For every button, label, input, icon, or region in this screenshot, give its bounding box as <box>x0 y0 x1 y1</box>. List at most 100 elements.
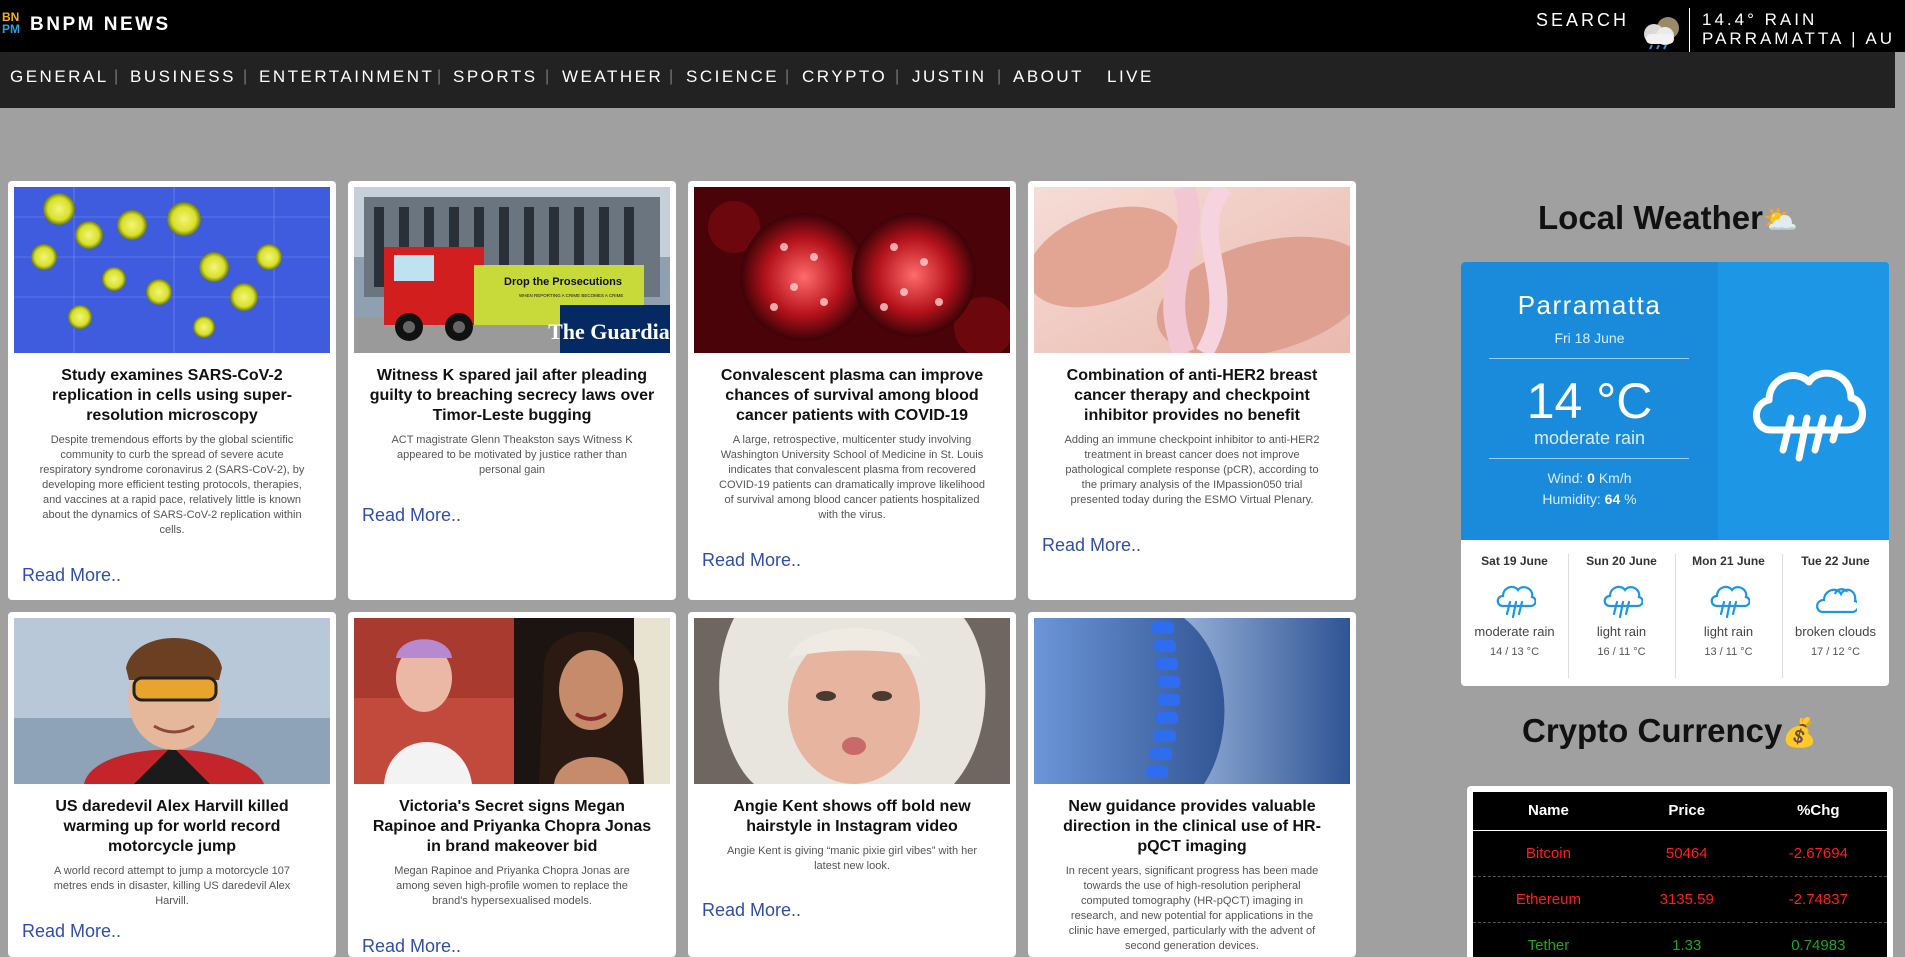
banner-text: Drop the Prosecutions <box>504 276 622 288</box>
search-button[interactable]: SEARCH <box>1536 10 1629 31</box>
article-image[interactable] <box>14 618 330 784</box>
article-description: A large, retrospective, multicenter stud… <box>719 434 985 521</box>
forecast-condition: light rain <box>1703 624 1754 639</box>
article-card[interactable]: Angie Kent shows off bold new hairstyle … <box>688 612 1016 957</box>
article-image[interactable] <box>14 187 330 353</box>
nav-bar: GENERAL | BUSINESS | ENTERTAINMENT | SPO… <box>0 52 1895 108</box>
nav-item-general[interactable]: GENERAL <box>10 67 109 87</box>
weather-city: Parramatta <box>1517 290 1662 320</box>
local-weather-heading: Local Weather⛅ <box>1538 199 1798 237</box>
nav-item-weather[interactable]: WEATHER <box>562 67 663 87</box>
header-weather-temp: 14.4° RAIN <box>1702 10 1818 29</box>
read-more-link[interactable]: Read More.. <box>362 505 461 526</box>
article-card[interactable]: New guidance provides valuable direction… <box>1028 612 1356 957</box>
crypto-widget: Name Price %Chg Bitcoin 50464 -2.67694 E… <box>1467 786 1893 957</box>
read-more-link[interactable]: Read More.. <box>22 565 121 586</box>
wind-unit: Km/h <box>1598 470 1632 486</box>
wind-label: Wind: <box>1547 470 1584 486</box>
article-image[interactable] <box>1034 187 1350 353</box>
read-more-link[interactable]: Read More.. <box>702 900 801 921</box>
article-title[interactable]: Combination of anti-HER2 breast cancer t… <box>1046 366 1338 426</box>
nav-item-sports[interactable]: SPORTS <box>453 67 538 87</box>
rain-cloud-icon <box>1710 585 1750 619</box>
weather-temp: 14 °C <box>1526 373 1653 429</box>
nav-item-about[interactable]: ABOUT <box>1013 67 1084 87</box>
weather-wind: Wind: 0 Km/h <box>1461 470 1718 486</box>
forecast-day: Mon 21 June light rain 13 / 11 °C <box>1675 540 1782 686</box>
article-title[interactable]: Victoria's Secret signs Megan Rapinoe an… <box>366 797 658 857</box>
read-more-link[interactable]: Read More.. <box>362 936 461 957</box>
crypto-change: -2.74837 <box>1749 876 1887 923</box>
nav-separator: | <box>243 68 248 85</box>
nav-item-justin[interactable]: JUSTIN <box>912 67 987 87</box>
article-description: Despite tremendous efforts by the global… <box>39 434 305 536</box>
read-more-link[interactable]: Read More.. <box>702 550 801 571</box>
crypto-change: -2.67694 <box>1749 830 1887 877</box>
forecast-temps: 17 / 12 °C <box>1810 646 1861 658</box>
read-more-link[interactable]: Read More.. <box>22 921 121 942</box>
header-weather-location: PARRAMATTA | AU <box>1702 29 1895 48</box>
article-title[interactable]: Witness K spared jail after pleading gui… <box>366 366 658 426</box>
forecast-date: Sun 20 June <box>1586 554 1657 568</box>
article-card[interactable]: US daredevil Alex Harvill killed warming… <box>8 612 336 957</box>
site-title[interactable]: BNPM NEWS <box>30 14 171 36</box>
article-title[interactable]: Study examines SARS-CoV-2 replication in… <box>26 366 318 426</box>
nav-separator: | <box>669 68 674 85</box>
crypto-name: Ethereum <box>1473 876 1624 923</box>
humidity-unit: % <box>1624 491 1637 507</box>
article-description: Megan Rapinoe and Priyanka Chopra Jonas … <box>394 865 630 907</box>
nav-item-crypto[interactable]: CRYPTO <box>802 67 887 87</box>
nav-separator: | <box>437 68 442 85</box>
header-weather[interactable]: 14.4° RAIN PARRAMATTA | AU <box>1702 10 1895 48</box>
article-title[interactable]: US daredevil Alex Harvill killed warming… <box>26 797 318 857</box>
article-title[interactable]: New guidance provides valuable direction… <box>1046 797 1338 857</box>
weather-divider <box>1489 458 1689 459</box>
article-title[interactable]: Angie Kent shows off bold new hairstyle … <box>706 797 998 837</box>
nav-item-business[interactable]: BUSINESS <box>130 67 236 87</box>
article-card[interactable]: Study examines SARS-CoV-2 replication in… <box>8 181 336 600</box>
humidity-label: Humidity: <box>1542 491 1601 507</box>
weather-widget: Parramatta Fri 18 June 14 °C moderate ra… <box>1461 262 1889 686</box>
wind-value: 0 <box>1587 470 1595 486</box>
table-row: Bitcoin 50464 -2.67694 <box>1473 830 1887 877</box>
article-card[interactable]: Victoria's Secret signs Megan Rapinoe an… <box>348 612 676 957</box>
article-image[interactable] <box>1034 618 1350 784</box>
bnpm-logo-icon[interactable]: BN PM <box>2 10 26 34</box>
article-image[interactable]: Drop the Prosecutions WHEN REPORTING A C… <box>354 187 670 353</box>
forecast-day: Tue 22 June broken clouds 17 / 12 °C <box>1782 540 1889 686</box>
sun-cloud-icon: ⛅ <box>1762 204 1798 235</box>
forecast-condition: moderate rain <box>1474 624 1555 639</box>
article-title[interactable]: Convalescent plasma can improve chances … <box>706 366 998 426</box>
cloud-icon <box>1816 588 1857 614</box>
rain-cloud-icon <box>1603 585 1643 619</box>
forecast-condition: light rain <box>1596 624 1647 639</box>
nav-separator: | <box>114 68 119 85</box>
nav-item-live[interactable]: LIVE <box>1107 67 1154 87</box>
top-bar: BN PM BNPM NEWS SEARCH 14.4° RAIN PARRAM… <box>0 0 1905 52</box>
weather-current: Parramatta Fri 18 June 14 °C moderate ra… <box>1461 262 1889 540</box>
banner-subtext: WHEN REPORTING A CRIME BECOMES A CRIME <box>519 293 623 298</box>
article-card[interactable]: Convalescent plasma can improve chances … <box>688 181 1016 600</box>
rain-cloud-icon <box>1753 369 1866 462</box>
table-header-row: Name Price %Chg <box>1473 792 1887 831</box>
read-more-link[interactable]: Read More.. <box>1042 535 1141 556</box>
article-description: Angie Kent is giving “manic pixie girl v… <box>726 845 978 872</box>
crypto-price: 3135.59 <box>1623 876 1750 923</box>
column-header-change: %Chg <box>1749 792 1887 831</box>
article-card[interactable]: Drop the Prosecutions WHEN REPORTING A C… <box>348 181 676 600</box>
article-image[interactable] <box>694 187 1010 353</box>
table-row: Tether 1.33 0.74983 <box>1473 922 1887 957</box>
crypto-name: Tether <box>1473 922 1624 957</box>
forecast-temps: 13 / 11 °C <box>1704 646 1753 658</box>
forecast-date: Sat 19 June <box>1481 554 1548 568</box>
article-image[interactable] <box>354 618 670 784</box>
forecast-date: Tue 22 June <box>1801 554 1870 568</box>
local-weather-title: Local Weather <box>1538 199 1763 236</box>
nav-item-science[interactable]: SCIENCE <box>686 67 779 87</box>
article-image[interactable] <box>694 618 1010 784</box>
article-description: Adding an immune checkpoint inhibitor to… <box>1064 434 1320 506</box>
nav-item-entertainment[interactable]: ENTERTAINMENT <box>259 67 434 87</box>
crypto-name: Bitcoin <box>1473 830 1624 877</box>
guardian-logo: The Guardian <box>548 319 670 344</box>
article-card[interactable]: Combination of anti-HER2 breast cancer t… <box>1028 181 1356 600</box>
